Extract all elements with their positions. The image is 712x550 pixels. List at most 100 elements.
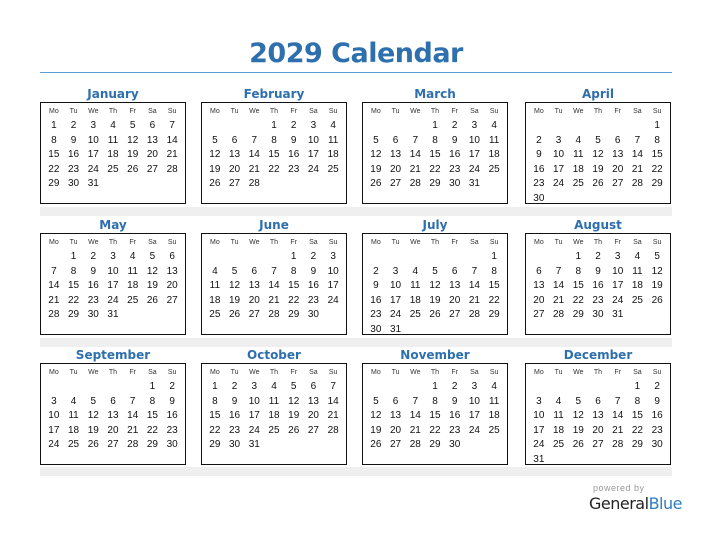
day-cell: 1 — [70, 251, 77, 262]
day-cell: 20 — [533, 294, 545, 306]
weekday-header: Mo — [209, 239, 220, 246]
day-cell: 1 — [212, 381, 218, 392]
day-cell: 22 — [488, 294, 500, 306]
empty-cell — [425, 250, 445, 265]
day-cell: 15 — [268, 149, 280, 160]
weekday-header: Th — [430, 369, 440, 376]
day-cell: 28 — [327, 424, 339, 436]
day-cell: 12 — [592, 149, 604, 160]
weekday-header: Tu — [391, 369, 400, 376]
weekday-header: Tu — [69, 108, 78, 115]
weekday-header: Sa — [148, 369, 157, 376]
day-cell: 21 — [268, 294, 280, 306]
empty-cell — [103, 380, 123, 395]
day-cell: 8 — [271, 134, 277, 146]
day-cell: 25 — [553, 439, 565, 450]
day-cell: 13 — [307, 395, 319, 407]
empty-cell — [445, 250, 465, 265]
day-cell: 10 — [390, 280, 402, 291]
day-cell: 15 — [488, 280, 500, 291]
day-cell: 4 — [412, 265, 419, 277]
day-cell: 1 — [634, 381, 641, 392]
day-cell: 26 — [209, 178, 221, 189]
day-cell: 5 — [575, 395, 582, 407]
weekday-header: Mo — [533, 369, 544, 376]
day-cell: 19 — [127, 149, 139, 160]
day-cell: 7 — [614, 395, 621, 407]
month-box: Mo Tu We Th Fr Sa Su 1 2 3 4 5 6 7 8 9 10 11 12 13 14 15 16 17 1… — [40, 233, 186, 335]
day-cell: 7 — [555, 265, 562, 277]
day-cell: 7 — [251, 134, 258, 146]
month-box: Mo Tu We Th Fr Sa Su 1 2 3 4 5 6 7 8 9 10 11 12 13 14 15 16 17 1… — [40, 102, 186, 204]
day-cell: 7 — [412, 395, 419, 407]
day-cell: 21 — [127, 424, 139, 436]
day-cell: 23 — [229, 424, 241, 436]
day-cell: 27 — [390, 439, 402, 450]
empty-cell — [608, 380, 628, 395]
day-cell: 14 — [127, 410, 139, 421]
day-cell: 24 — [87, 163, 99, 175]
day-cell: 14 — [48, 280, 60, 291]
day-cell: 15 — [48, 149, 60, 160]
month-april: April Mo Tu We Th Fr Sa Su 1 2 3 4 5 6 7 8 9 10 11 12 13 14 15… — [525, 86, 671, 204]
day-cell: 1 — [654, 120, 660, 131]
day-cell: 29 — [288, 309, 300, 320]
day-cell: 7 — [330, 381, 336, 392]
day-cell: 30 — [533, 192, 545, 204]
day-cell: 20 — [166, 280, 178, 291]
day-cell: 3 — [471, 381, 478, 392]
day-cell: 9 — [451, 134, 458, 146]
month-february: February Mo Tu We Th Fr Sa Su 1 2 3 4 5 6 7 8 9 10 11 12 13 1… — [201, 86, 347, 204]
day-cell: 11 — [127, 265, 138, 277]
day-cell: 1 — [575, 251, 582, 262]
day-cell: 30 — [87, 309, 99, 320]
day-cell: 6 — [614, 134, 621, 146]
weekday-header: We — [573, 239, 584, 246]
day-cell: 26 — [572, 439, 584, 450]
weekday-header: Su — [652, 108, 662, 115]
day-cell: 16 — [449, 149, 461, 160]
day-cell: 27 — [612, 178, 624, 189]
weekday-header: Su — [489, 108, 499, 115]
weekday-header: Fr — [129, 369, 136, 376]
day-cell: 19 — [370, 163, 382, 175]
day-cell: 18 — [488, 410, 500, 421]
day-cell: 17 — [107, 280, 119, 291]
month-name: March — [414, 87, 456, 101]
weekday-header: Tu — [230, 239, 239, 246]
day-cell: 26 — [592, 178, 604, 189]
row-band — [40, 338, 672, 347]
month-name: February — [243, 87, 305, 101]
weekday-header: Mo — [48, 108, 59, 115]
day-cell: 18 — [68, 424, 80, 436]
weekday-header: Tu — [391, 108, 400, 115]
weekday-header: Su — [328, 239, 338, 246]
empty-cell — [225, 250, 245, 265]
day-cell: 2 — [70, 120, 77, 131]
day-cell: 10 — [107, 265, 119, 277]
day-cell: 12 — [572, 410, 584, 421]
day-cell: 16 — [166, 410, 178, 421]
day-cell: 28 — [127, 439, 139, 450]
day-cell: 9 — [90, 265, 97, 277]
weekday-header: Th — [269, 108, 279, 115]
weekday-header: We — [249, 239, 260, 246]
day-cell: 24 — [248, 424, 260, 436]
day-cell: 26 — [370, 439, 382, 450]
day-cell: 8 — [290, 265, 297, 277]
day-cell: 4 — [110, 120, 116, 131]
day-cell: 9 — [310, 265, 317, 277]
month-box: Mo Tu We Th Fr Sa Su 1 2 3 4 5 6 7 8 9 10 11 12 13 14 15 16 17 1… — [525, 363, 671, 465]
weekday-header: We — [88, 108, 99, 115]
day-cell: 12 — [370, 149, 382, 160]
day-cell: 14 — [409, 410, 421, 421]
weekday-header: We — [410, 369, 421, 376]
weekday-header: Fr — [614, 369, 621, 376]
day-cell: 11 — [68, 410, 79, 421]
day-cell: 27 — [229, 178, 241, 189]
day-cell: 22 — [631, 424, 643, 436]
day-cell: 10 — [468, 395, 480, 407]
day-cell: 25 — [127, 294, 139, 306]
day-cell: 1 — [290, 251, 297, 262]
day-cell: 12 — [209, 149, 221, 160]
